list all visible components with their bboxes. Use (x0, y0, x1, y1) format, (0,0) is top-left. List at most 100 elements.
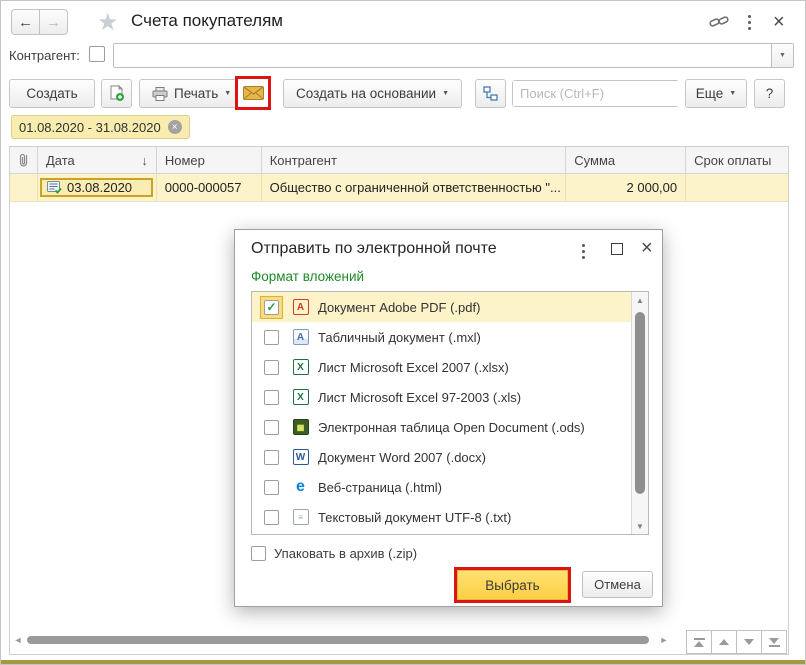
vscroll-thumb[interactable] (635, 312, 645, 494)
counterparty-dropdown-button[interactable]: ▼ (771, 44, 793, 67)
xls-checkbox[interactable] (264, 390, 279, 405)
row-date-cell[interactable]: 03.08.2020 (38, 174, 157, 201)
ods-checkbox[interactable] (264, 420, 279, 435)
date-column-header[interactable]: Дата↓ (38, 147, 157, 173)
row-due-cell[interactable] (686, 174, 788, 201)
remove-filter-icon[interactable]: × (168, 120, 182, 134)
go-last-button[interactable] (761, 630, 787, 654)
due-column-label: Срок оплаты (694, 153, 771, 168)
more-button[interactable]: Еще ▼ (685, 79, 747, 108)
print-button[interactable]: Печать ▼ (139, 79, 244, 108)
scroll-left-icon[interactable]: ◄ (11, 635, 25, 645)
checkbox-cell (260, 356, 283, 379)
zip-checkbox[interactable] (251, 546, 266, 561)
format-row-docx[interactable]: W Документ Word 2007 (.docx) (252, 442, 648, 472)
create-based-on-button[interactable]: Создать на основании ▼ (283, 79, 462, 108)
counterparty-checkbox[interactable] (89, 46, 105, 62)
format-row-xls[interactable]: X Лист Microsoft Excel 97-2003 (.xls) (252, 382, 648, 412)
list-navigation (687, 630, 787, 654)
checkbox-cell (260, 476, 283, 499)
page-down-button[interactable] (736, 630, 762, 654)
new-document-icon (109, 85, 125, 102)
dialog-menu-icon[interactable] (582, 244, 585, 259)
format-row-html[interactable]: e Веб-страница (.html) (252, 472, 648, 502)
row-number-value: 0000-000057 (165, 180, 242, 195)
docx-checkbox[interactable] (264, 450, 279, 465)
hscroll-thumb[interactable] (27, 636, 649, 644)
horizontal-scrollbar[interactable]: ◄ ► (11, 631, 671, 649)
scroll-up-icon[interactable]: ▲ (632, 292, 648, 308)
window-menu-icon[interactable] (748, 15, 751, 30)
search-box: × (512, 80, 679, 107)
search-input[interactable] (513, 81, 703, 106)
cancel-button[interactable]: Отмена (582, 571, 653, 598)
link-icon[interactable] (709, 14, 729, 33)
favorite-star-icon[interactable]: ★ (97, 8, 119, 37)
paperclip-icon (18, 152, 29, 168)
help-button-label: ? (766, 86, 774, 101)
app-window: ← → ★ Счета покупателям × Контрагент: ▼ … (0, 0, 806, 665)
number-column-header[interactable]: Номер (157, 147, 262, 173)
date-column-label: Дата (46, 153, 75, 168)
pdf-checkbox[interactable]: ✓ (264, 300, 279, 315)
table-header: Дата↓ Номер Контрагент Сумма Срок оплаты (10, 147, 788, 174)
send-email-annotation (235, 76, 271, 110)
dialog-maximize-icon[interactable] (611, 243, 623, 255)
format-row-txt[interactable]: ≡ Текстовый документ UTF-8 (.txt) (252, 502, 648, 532)
row-date-value: 03.08.2020 (67, 180, 132, 195)
period-filter-text: 01.08.2020 - 31.08.2020 (19, 120, 161, 135)
counterparty-column-header[interactable]: Контрагент (262, 147, 567, 173)
go-first-button[interactable] (686, 630, 712, 654)
row-number-cell[interactable]: 0000-000057 (157, 174, 262, 201)
triangle-up-icon (719, 639, 729, 645)
period-filter-tag[interactable]: 01.08.2020 - 31.08.2020 × (11, 115, 190, 139)
format-row-mxl[interactable]: A Табличный документ (.mxl) (252, 322, 648, 352)
related-documents-button[interactable] (475, 79, 506, 108)
create-button[interactable]: Создать (9, 79, 95, 108)
checkbox-cell: ✓ (260, 296, 283, 319)
format-row-xlsx[interactable]: X Лист Microsoft Excel 2007 (.xlsx) (252, 352, 648, 382)
table-row[interactable]: 03.08.2020 0000-000057 Общество с ограни… (10, 174, 788, 202)
format-row-pdf[interactable]: ✓ A Документ Adobe PDF (.pdf) (252, 292, 633, 322)
email-envelope-icon[interactable] (243, 86, 264, 100)
checkbox-cell (260, 386, 283, 409)
scroll-right-icon[interactable]: ► (657, 635, 671, 645)
window-close-icon[interactable]: × (773, 12, 785, 32)
dialog-close-icon[interactable]: × (641, 238, 653, 258)
select-button[interactable]: Выбрать (457, 570, 568, 600)
counterparty-input[interactable] (114, 44, 771, 67)
page-up-button[interactable] (711, 630, 737, 654)
txt-checkbox[interactable] (264, 510, 279, 525)
counterparty-column-label: Контрагент (270, 153, 337, 168)
send-email-dialog: Отправить по электронной почте × Формат … (234, 229, 663, 607)
format-row-ods[interactable]: ▦ Электронная таблица Open Document (.od… (252, 412, 648, 442)
web-page-icon: e (293, 479, 309, 495)
mxl-checkbox[interactable] (264, 330, 279, 345)
zip-option[interactable]: Упаковать в архив (.zip) (251, 546, 417, 561)
forward-button[interactable]: → (39, 9, 68, 35)
back-arrow-icon: ← (18, 14, 33, 31)
create-based-on-label: Создать на основании (296, 86, 436, 101)
xlsx-checkbox[interactable] (264, 360, 279, 375)
text-file-icon: ≡ (293, 509, 309, 525)
first-bar-icon (694, 638, 705, 640)
copy-new-button[interactable] (101, 79, 132, 108)
back-button[interactable]: ← (11, 9, 40, 35)
dialog-vertical-scrollbar[interactable]: ▲ ▼ (631, 292, 648, 534)
help-button[interactable]: ? (754, 79, 785, 108)
posted-document-icon (47, 181, 62, 194)
scroll-down-icon[interactable]: ▼ (632, 518, 648, 534)
triangle-down-icon (769, 638, 779, 644)
row-counterparty-cell[interactable]: Общество с ограниченной ответственностью… (262, 174, 567, 201)
attachment-column-header[interactable] (10, 147, 38, 173)
hscroll-track[interactable] (25, 635, 657, 645)
format-label: Лист Microsoft Excel 97-2003 (.xls) (318, 390, 521, 405)
selected-cell[interactable]: 03.08.2020 (40, 178, 153, 197)
row-sum-cell[interactable]: 2 000,00 (566, 174, 686, 201)
number-column-label: Номер (165, 153, 205, 168)
triangle-down-icon (744, 639, 754, 645)
due-column-header[interactable]: Срок оплаты (686, 147, 788, 173)
sum-column-header[interactable]: Сумма (566, 147, 686, 173)
html-checkbox[interactable] (264, 480, 279, 495)
chevron-down-icon: ▼ (779, 52, 786, 59)
